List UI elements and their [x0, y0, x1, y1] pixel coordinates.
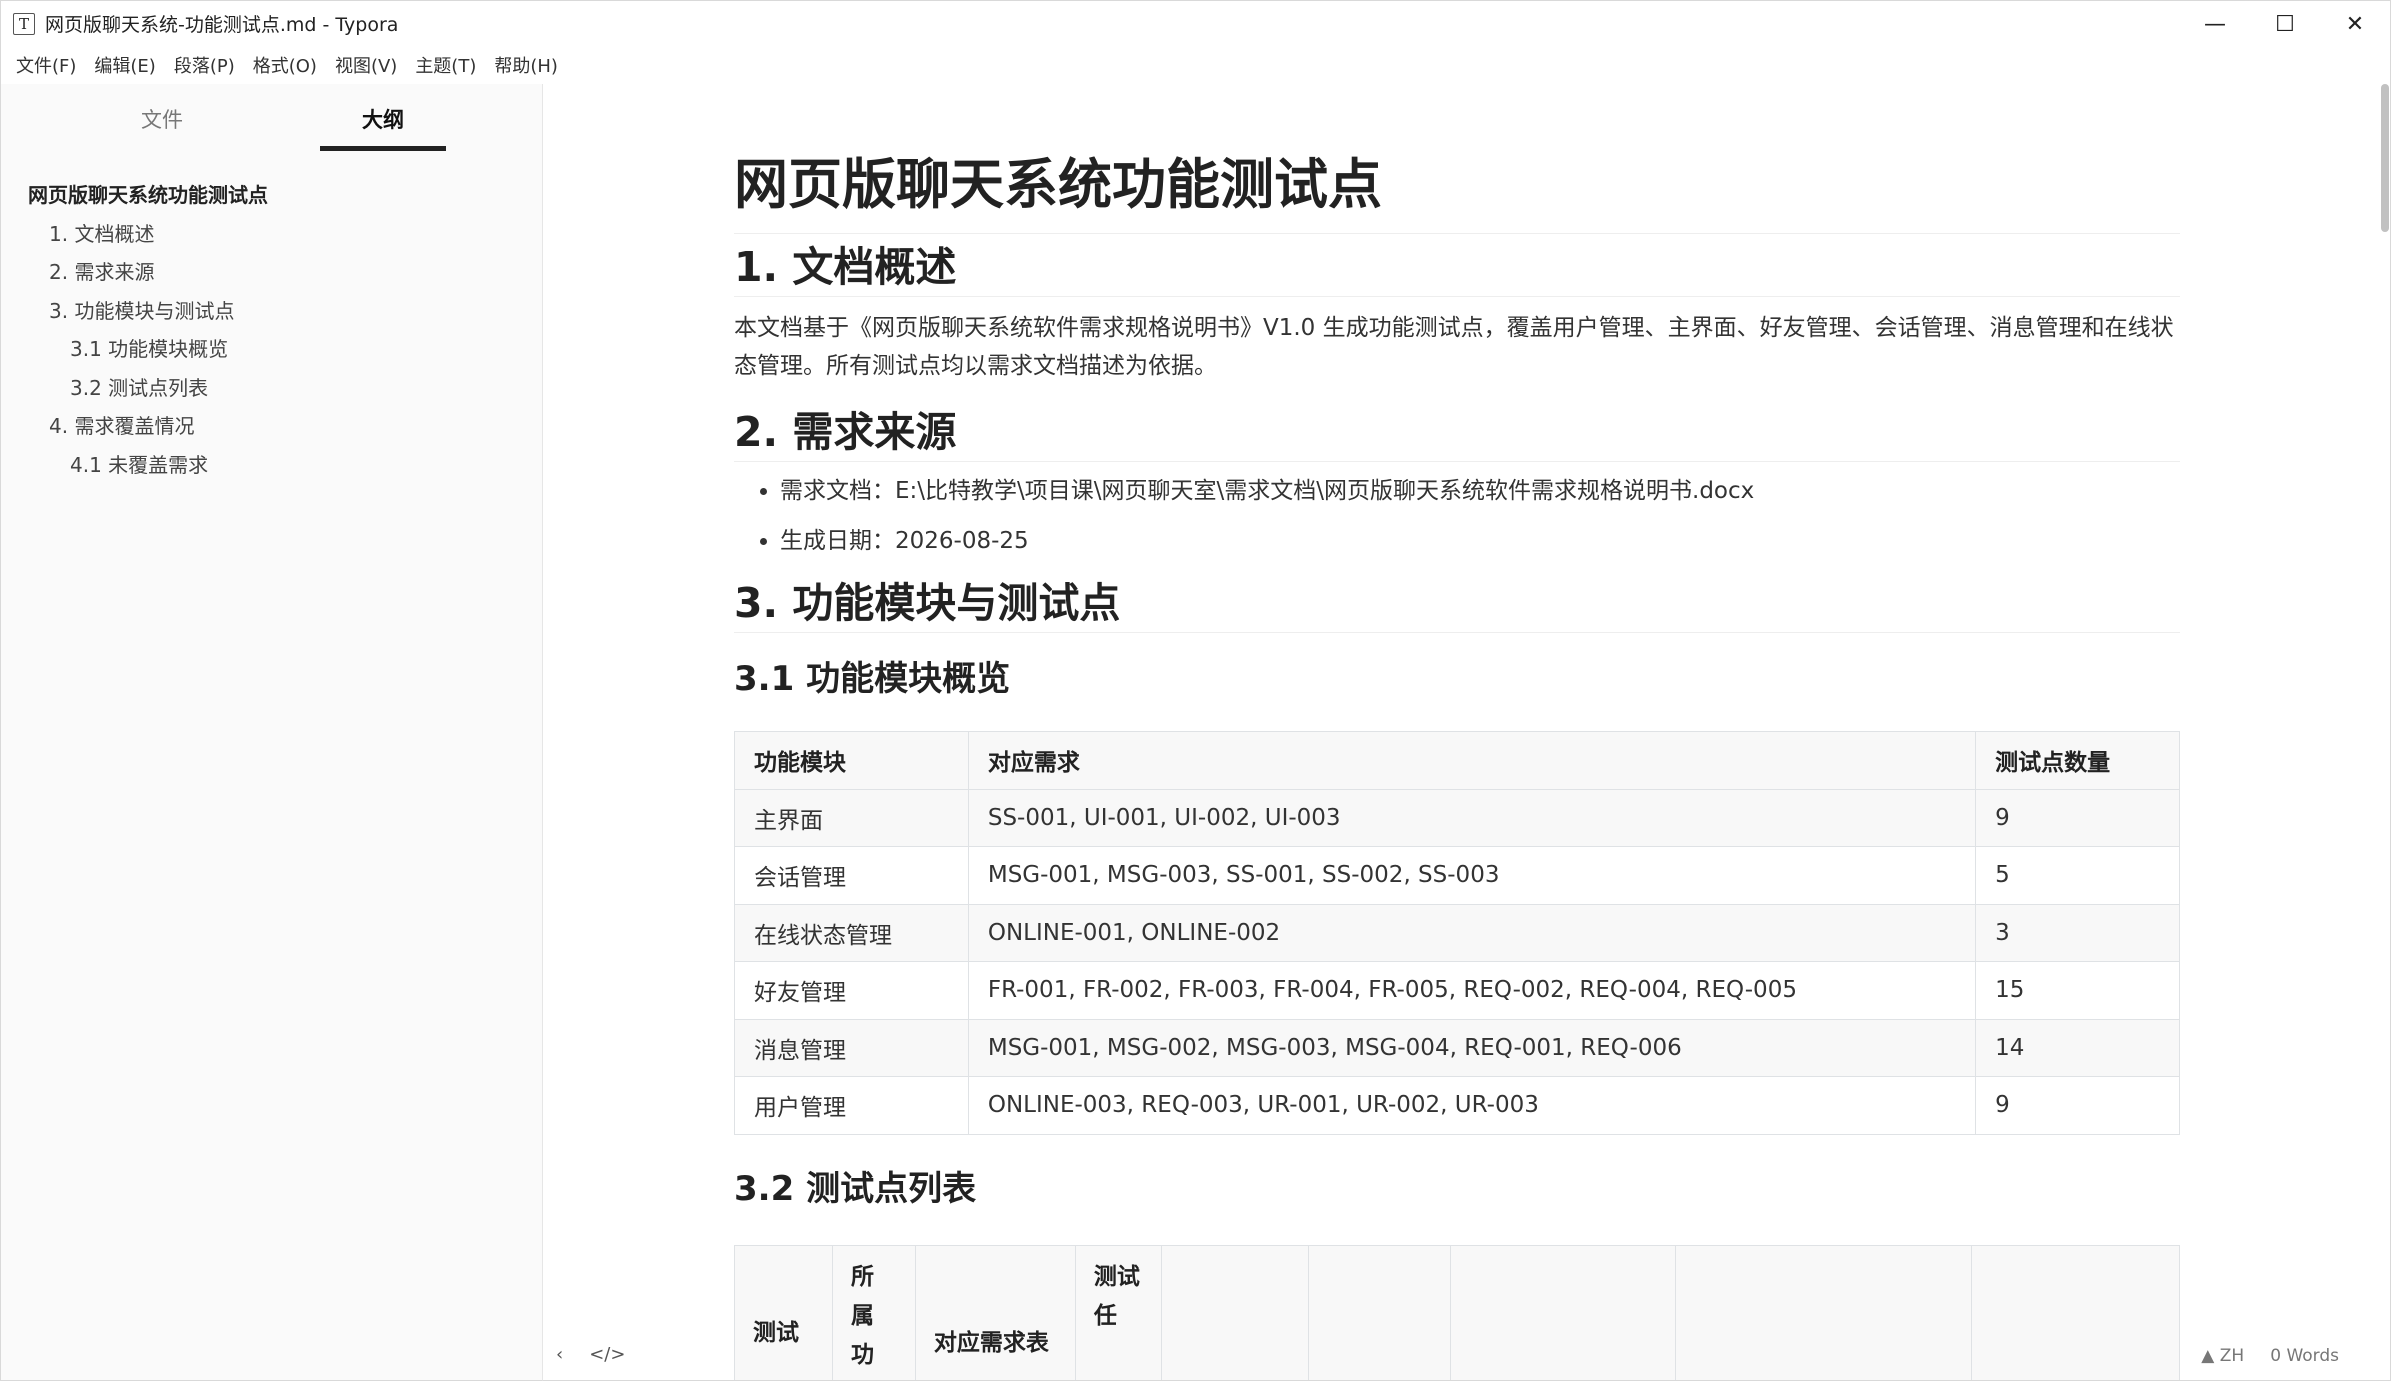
close-button[interactable]: ✕: [2320, 1, 2390, 47]
table-row: 主界面 SS-001, UI-001, UI-002, UI-003 9: [734, 788, 2180, 847]
table-header-cell: 对应需求表: [914, 1244, 1076, 1380]
tab-outline[interactable]: 大纲: [320, 104, 446, 151]
heading-testpoint-list: 3.2 测试点列表: [734, 1168, 977, 1209]
list-item: 需求文档：E:\比特教学\项目课\网页聊天室\需求文档\网页版聊天系统软件需求规…: [780, 466, 2180, 516]
table-header-cell: [1160, 1244, 1309, 1380]
table-header-cell: [1971, 1244, 2180, 1380]
outline-item-modules[interactable]: 3. 功能模块与测试点: [1, 292, 544, 331]
table-cell: 主界面: [734, 788, 969, 847]
menu-view[interactable]: 视图(V): [326, 48, 406, 82]
table-header-cell: 所属功: [831, 1244, 916, 1380]
sidebar: 文件 大纲 网页版聊天系统功能测试点 1. 文档概述 2. 需求来源 3. 功能…: [0, 84, 543, 1381]
table-header-cell: 测试: [734, 1244, 833, 1380]
heading-source: 2. 需求来源: [734, 405, 2180, 462]
status-bar-right: ▲ ZH 0 Words: [2201, 1346, 2339, 1366]
source-list: 需求文档：E:\比特教学\项目课\网页聊天室\需求文档\网页版聊天系统软件需求规…: [734, 466, 2180, 566]
module-overview-table: 功能模块 对应需求 测试点数量 主界面 SS-001, UI-001, UI-0…: [734, 731, 2180, 1135]
outline-item-overview[interactable]: 1. 文档概述: [1, 215, 544, 254]
table-cell: ONLINE-001, ONLINE-002: [967, 903, 1977, 962]
document-title: 网页版聊天系统功能测试点: [734, 152, 2180, 234]
editor-scrollbar[interactable]: [2377, 84, 2391, 1381]
language-indicator[interactable]: ▲ ZH: [2201, 1346, 2244, 1366]
table-cell: 5: [1975, 846, 2180, 905]
outline-item-testpoint-list[interactable]: 3.2 测试点列表: [1, 369, 544, 408]
menu-bar: 文件(F) 编辑(E) 段落(P) 格式(O) 视图(V) 主题(T) 帮助(H…: [0, 46, 2391, 84]
table-header-cell: 对应需求: [967, 731, 1977, 790]
table-cell: MSG-001, MSG-003, SS-001, SS-002, SS-003: [967, 846, 1977, 905]
table-cell: 14: [1975, 1018, 2180, 1077]
table-cell: 15: [1975, 961, 2180, 1020]
sidebar-tabs: 文件 大纲: [1, 84, 542, 154]
title-bar: T 网页版聊天系统-功能测试点.md - Typora — ☐ ✕: [0, 0, 2391, 46]
document-content: 网页版聊天系统功能测试点 1. 文档概述 本文档基于《网页版聊天系统软件需求规格…: [734, 152, 2180, 1380]
outline-item-source[interactable]: 2. 需求来源: [1, 253, 544, 292]
table-cell: 3: [1975, 903, 2180, 962]
heading-overview: 1. 文档概述: [734, 240, 2180, 297]
table-row: 用户管理 ONLINE-003, REQ-003, UR-001, UR-002…: [734, 1076, 2180, 1135]
menu-paragraph[interactable]: 段落(P): [165, 48, 244, 82]
overview-paragraph: 本文档基于《网页版聊天系统软件需求规格说明书》V1.0 生成功能测试点，覆盖用户…: [734, 315, 2174, 379]
word-count[interactable]: 0 Words: [2270, 1346, 2339, 1366]
table-header-cell: 测试任: [1074, 1244, 1162, 1380]
maximize-button[interactable]: ☐: [2250, 1, 2320, 47]
window-controls: — ☐ ✕: [2180, 1, 2390, 47]
outline-item-title[interactable]: 网页版聊天系统功能测试点: [1, 176, 544, 215]
table-cell: 9: [1975, 1076, 2180, 1135]
table-cell: ONLINE-003, REQ-003, UR-001, UR-002, UR-…: [967, 1076, 1977, 1135]
table-header-cell: 功能模块: [734, 731, 969, 790]
window-title: 网页版聊天系统-功能测试点.md - Typora: [45, 14, 399, 36]
table-cell: 会话管理: [734, 846, 969, 905]
list-item: 生成日期：2026-08-25: [780, 516, 2180, 566]
editor-area[interactable]: 网页版聊天系统功能测试点 1. 文档概述 本文档基于《网页版聊天系统软件需求规格…: [543, 84, 2391, 1381]
outline-item-uncovered[interactable]: 4.1 未覆盖需求: [1, 446, 544, 485]
table-header-cell: 测试点数量: [1975, 731, 2180, 790]
menu-theme[interactable]: 主题(T): [406, 48, 485, 82]
source-mode-icon[interactable]: </>: [589, 1344, 625, 1365]
table-row: 消息管理 MSG-001, MSG-002, MSG-003, MSG-004,…: [734, 1018, 2180, 1077]
toggle-sidebar-icon[interactable]: ‹: [556, 1344, 563, 1365]
outline-item-coverage[interactable]: 4. 需求覆盖情况: [1, 407, 544, 446]
table-cell: 消息管理: [734, 1018, 969, 1077]
table-cell: MSG-001, MSG-002, MSG-003, MSG-004, REQ-…: [967, 1018, 1977, 1077]
table-header-cell: [1449, 1244, 1677, 1380]
tab-files[interactable]: 文件: [99, 104, 225, 146]
table-header-row: 功能模块 对应需求 测试点数量: [734, 731, 2180, 790]
menu-file[interactable]: 文件(F): [7, 48, 85, 82]
menu-help[interactable]: 帮助(H): [485, 48, 567, 82]
table-row: 会话管理 MSG-001, MSG-003, SS-001, SS-002, S…: [734, 846, 2180, 905]
table-cell: 好友管理: [734, 961, 969, 1020]
table-cell: 用户管理: [734, 1076, 969, 1135]
status-bar-left: ‹ </>: [556, 1344, 625, 1365]
table-cell: FR-001, FR-002, FR-003, FR-004, FR-005, …: [967, 961, 1977, 1020]
minimize-button[interactable]: —: [2180, 1, 2250, 47]
outline-item-module-overview[interactable]: 3.1 功能模块概览: [1, 330, 544, 369]
scroll-thumb[interactable]: [2381, 84, 2389, 232]
menu-edit[interactable]: 编辑(E): [85, 48, 164, 82]
table-row: 好友管理 FR-001, FR-002, FR-003, FR-004, FR-…: [734, 961, 2180, 1020]
table-cell: 在线状态管理: [734, 903, 969, 962]
testpoint-table: 测试 所属功 对应需求表 测试任: [734, 1244, 2180, 1380]
typora-app-icon: T: [13, 12, 35, 35]
menu-format[interactable]: 格式(O): [244, 48, 326, 82]
table-row: 在线状态管理 ONLINE-001, ONLINE-002 3: [734, 903, 2180, 962]
table-header-cell: [1675, 1244, 1973, 1380]
table-header-row: 测试 所属功 对应需求表 测试任: [734, 1244, 2180, 1380]
outline-list: 网页版聊天系统功能测试点 1. 文档概述 2. 需求来源 3. 功能模块与测试点…: [1, 176, 544, 484]
heading-module-overview: 3.1 功能模块概览: [734, 659, 1011, 699]
table-cell: SS-001, UI-001, UI-002, UI-003: [967, 788, 1977, 847]
table-cell: 9: [1975, 788, 2180, 847]
table-header-cell: [1307, 1244, 1451, 1380]
heading-modules: 3. 功能模块与测试点: [734, 576, 2180, 633]
